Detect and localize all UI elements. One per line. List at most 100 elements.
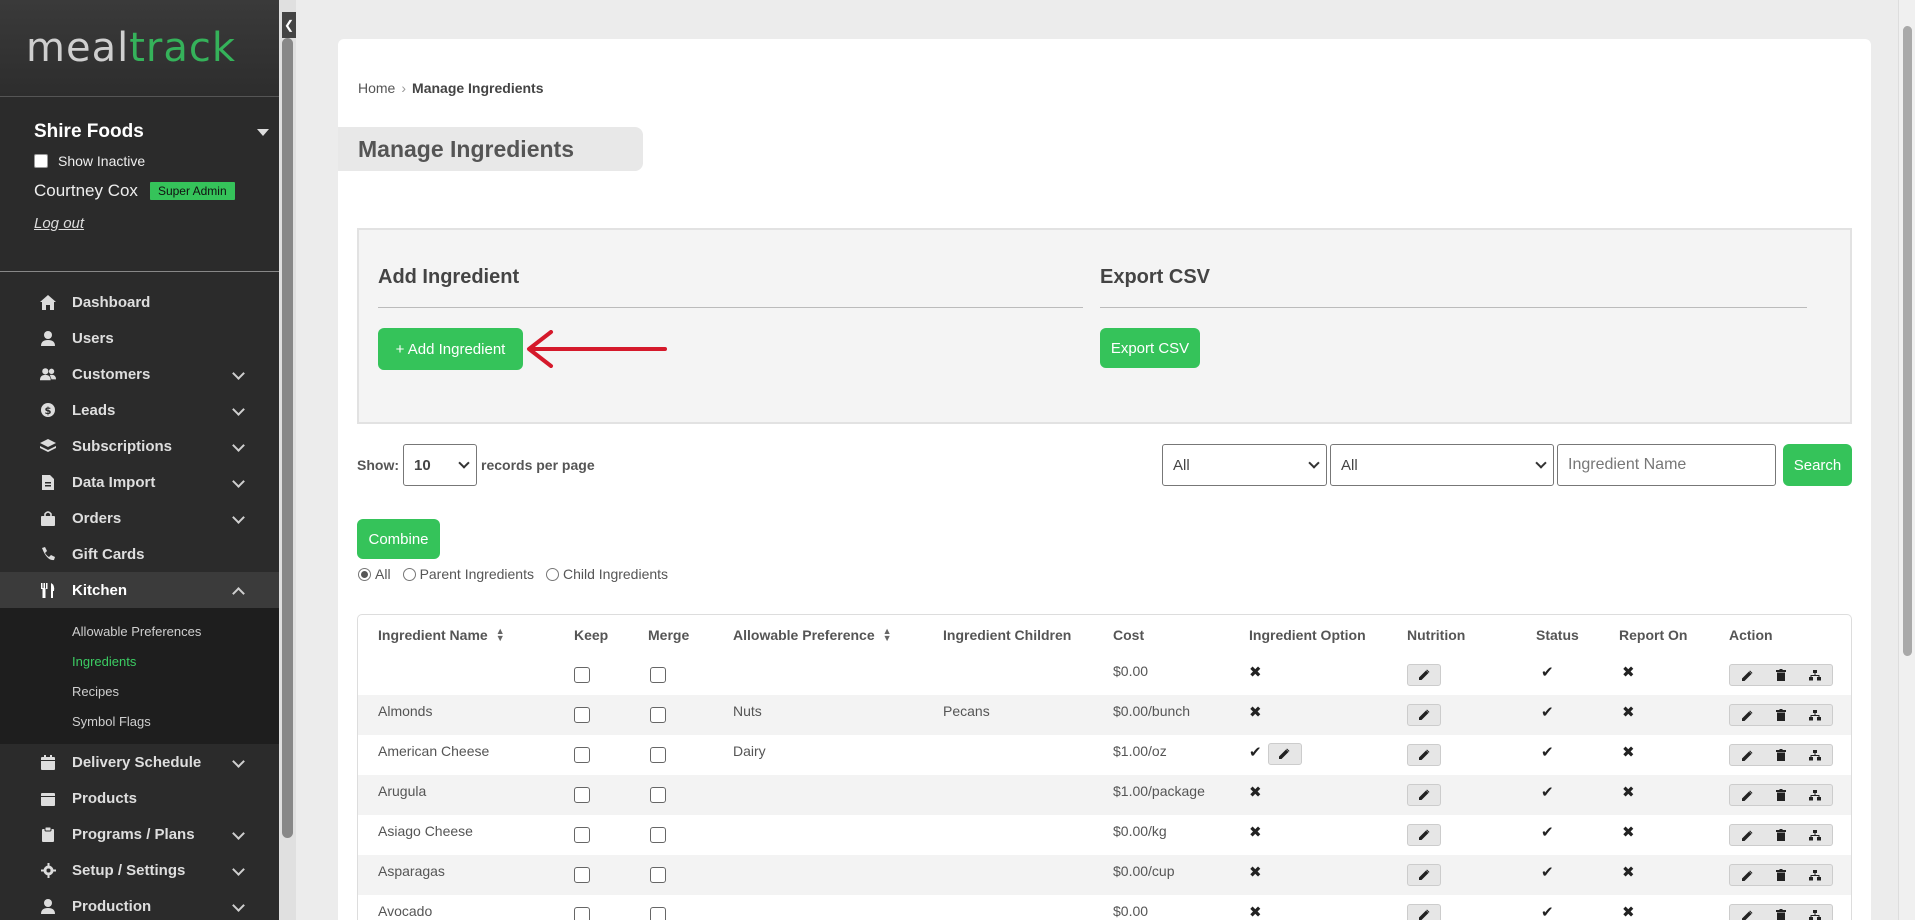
caret-down-icon[interactable]: [257, 128, 269, 136]
sidebar-item-users[interactable]: Users: [0, 320, 279, 356]
chevron-down-icon[interactable]: [232, 755, 245, 768]
sidebar-item-delivery-schedule[interactable]: Delivery Schedule: [0, 744, 279, 780]
logout-link[interactable]: Log out: [34, 215, 84, 232]
delete-ingredient-button[interactable]: [1764, 665, 1798, 685]
chevron-down-icon[interactable]: [232, 827, 245, 840]
delete-ingredient-button[interactable]: [1764, 745, 1798, 765]
keep-checkbox[interactable]: [574, 867, 590, 883]
sort-icon[interactable]: ▲ ▼: [883, 627, 892, 643]
merge-checkbox[interactable]: [650, 707, 666, 723]
edit-ingredient-button[interactable]: [1730, 705, 1764, 725]
hierarchy-button[interactable]: [1798, 785, 1832, 805]
page-scrollbar-thumb[interactable]: [1903, 26, 1912, 656]
sidebar-item-gift-cards[interactable]: Gift Cards: [0, 536, 279, 572]
sidebar-item-customers[interactable]: Customers: [0, 356, 279, 392]
edit-nutrition-button[interactable]: [1407, 744, 1441, 766]
hierarchy-button[interactable]: [1798, 865, 1832, 885]
chevron-down-icon[interactable]: [232, 439, 245, 452]
radio-all[interactable]: All: [358, 566, 391, 582]
keep-checkbox[interactable]: [574, 827, 590, 843]
hierarchy-button[interactable]: [1798, 825, 1832, 845]
edit-ingredient-button[interactable]: [1730, 665, 1764, 685]
sidebar-item-setup-settings[interactable]: Setup / Settings: [0, 852, 279, 888]
col-header-ingredient-name[interactable]: Ingredient Name ▲ ▼: [378, 615, 505, 655]
sidebar-item-dashboard[interactable]: Dashboard: [0, 284, 279, 320]
keep-checkbox[interactable]: [574, 747, 590, 763]
keep-checkbox[interactable]: [574, 907, 590, 920]
sidebar-subitem-symbol-flags[interactable]: Symbol Flags: [72, 706, 279, 736]
sidebar-item-data-import[interactable]: Data Import: [0, 464, 279, 500]
company-selector[interactable]: Shire Foods: [34, 121, 279, 143]
filter-select-1[interactable]: All: [1162, 444, 1327, 486]
chevron-down-icon[interactable]: [232, 863, 245, 876]
sidebar-item-programs-plans[interactable]: Programs / Plans: [0, 816, 279, 852]
chevron-down-icon[interactable]: [232, 367, 245, 380]
radio-button[interactable]: [358, 567, 371, 581]
edit-ingredient-button[interactable]: [1730, 785, 1764, 805]
radio-button[interactable]: [402, 567, 416, 581]
merge-checkbox[interactable]: [650, 907, 666, 920]
sidebar-item-products[interactable]: Products: [0, 780, 279, 816]
logo[interactable]: mealtrack: [26, 25, 236, 71]
edit-ingredient-button[interactable]: [1730, 905, 1764, 920]
merge-checkbox[interactable]: [650, 867, 666, 883]
filter-select-2[interactable]: All: [1330, 444, 1554, 486]
add-ingredient-button[interactable]: + Add Ingredient: [378, 328, 523, 370]
merge-checkbox[interactable]: [650, 787, 666, 803]
sidebar-scrollbar[interactable]: [279, 0, 296, 920]
sort-icon[interactable]: ▲ ▼: [496, 627, 505, 643]
col-header-allowable-preference[interactable]: Allowable Preference ▲ ▼: [733, 615, 892, 655]
export-csv-button[interactable]: Export CSV: [1100, 328, 1200, 368]
merge-checkbox[interactable]: [650, 827, 666, 843]
chevron-down-icon[interactable]: [232, 899, 245, 912]
edit-nutrition-button[interactable]: [1407, 784, 1441, 806]
sidebar-subitem-allowable-preferences[interactable]: Allowable Preferences: [72, 616, 279, 646]
edit-nutrition-button[interactable]: [1407, 704, 1441, 726]
hierarchy-button[interactable]: [1798, 905, 1832, 920]
keep-checkbox[interactable]: [574, 707, 590, 723]
edit-nutrition-button[interactable]: [1407, 664, 1441, 686]
chevron-down-icon[interactable]: [232, 511, 245, 524]
delete-ingredient-button[interactable]: [1764, 785, 1798, 805]
edit-ingredient-button[interactable]: [1730, 825, 1764, 845]
edit-nutrition-button[interactable]: [1407, 904, 1441, 920]
show-inactive-checkbox[interactable]: [34, 154, 48, 168]
keep-checkbox[interactable]: [574, 667, 590, 683]
chevron-down-icon[interactable]: [232, 475, 245, 488]
radio-child-ingredients[interactable]: Child Ingredients: [545, 566, 668, 582]
merge-checkbox[interactable]: [650, 747, 666, 763]
radio-button[interactable]: [545, 567, 559, 581]
sidebar-subitem-ingredients[interactable]: Ingredients: [72, 646, 279, 676]
sidebar-item-kitchen[interactable]: Kitchen: [0, 572, 279, 608]
edit-ingredient-button[interactable]: [1730, 745, 1764, 765]
sidebar-scrollbar-thumb[interactable]: [282, 38, 293, 838]
sidebar-item-orders[interactable]: Orders: [0, 500, 279, 536]
sidebar-item-subscriptions[interactable]: Subscriptions: [0, 428, 279, 464]
merge-checkbox[interactable]: [650, 667, 666, 683]
chevron-down-icon[interactable]: [232, 403, 245, 416]
hierarchy-button[interactable]: [1798, 705, 1832, 725]
hierarchy-button[interactable]: [1798, 665, 1832, 685]
keep-checkbox[interactable]: [574, 787, 590, 803]
collapse-sidebar-button[interactable]: ❮: [282, 12, 296, 38]
edit-nutrition-button[interactable]: [1407, 864, 1441, 886]
radio-parent-ingredients[interactable]: Parent Ingredients: [402, 566, 534, 582]
chevron-up-icon[interactable]: [232, 587, 245, 600]
edit-nutrition-button[interactable]: [1407, 824, 1441, 846]
delete-ingredient-button[interactable]: [1764, 865, 1798, 885]
sidebar-item-leads[interactable]: $ Leads: [0, 392, 279, 428]
delete-ingredient-button[interactable]: [1764, 705, 1798, 725]
edit-ingredient-button[interactable]: [1730, 865, 1764, 885]
per-page-select[interactable]: 10: [403, 444, 477, 486]
delete-ingredient-button[interactable]: [1764, 905, 1798, 920]
delete-ingredient-button[interactable]: [1764, 825, 1798, 845]
combine-button[interactable]: Combine: [357, 519, 440, 559]
sidebar-subitem-recipes[interactable]: Recipes: [72, 676, 279, 706]
edit-option-button[interactable]: [1267, 743, 1302, 765]
page-scrollbar[interactable]: [1898, 0, 1915, 920]
hierarchy-button[interactable]: [1798, 745, 1832, 765]
breadcrumb-home[interactable]: Home: [358, 80, 395, 96]
ingredient-name-search-input[interactable]: Ingredient Name: [1557, 444, 1776, 486]
search-button[interactable]: Search: [1783, 444, 1852, 486]
sidebar-item-production[interactable]: Production: [0, 888, 279, 920]
